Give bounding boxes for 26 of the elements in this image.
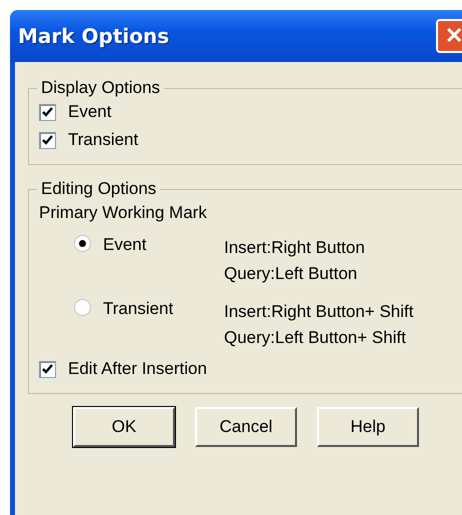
checkbox[interactable]	[39, 104, 56, 120]
radio-dot-icon	[79, 240, 86, 247]
dialog-button[interactable]: OK	[73, 407, 175, 447]
close-button[interactable]: ✕	[436, 19, 462, 53]
dialog-button[interactable]: Help	[317, 407, 419, 447]
radio-label: Event	[103, 235, 146, 255]
checkbox-label: Transient	[68, 130, 138, 150]
radio-label: Transient	[103, 299, 174, 319]
dialog-button[interactable]: Cancel	[195, 407, 297, 447]
hint-text: Query:Left Button	[224, 263, 358, 285]
checkmark-icon	[42, 134, 53, 146]
hint-text: Insert:Right Button+ Shift	[224, 301, 414, 323]
radio-button[interactable]	[74, 235, 91, 252]
checkmark-icon	[42, 364, 53, 374]
checkbox-label: Edit After Insertion	[68, 359, 207, 379]
checkbox[interactable]	[39, 132, 56, 148]
checkmark-icon	[42, 106, 53, 118]
radio-button[interactable]	[74, 299, 91, 316]
checkbox-label: Event	[68, 102, 112, 122]
section-label: Primary Working Mark	[39, 203, 208, 223]
hint-text: Insert:Right Button	[224, 237, 366, 259]
window-title: Mark Options	[18, 24, 170, 48]
hint-text: Query:Left Button+ Shift	[224, 327, 407, 349]
group-title: Editing Options	[40, 179, 158, 199]
checkbox[interactable]	[39, 360, 56, 378]
group-title: Display Options	[40, 78, 162, 98]
